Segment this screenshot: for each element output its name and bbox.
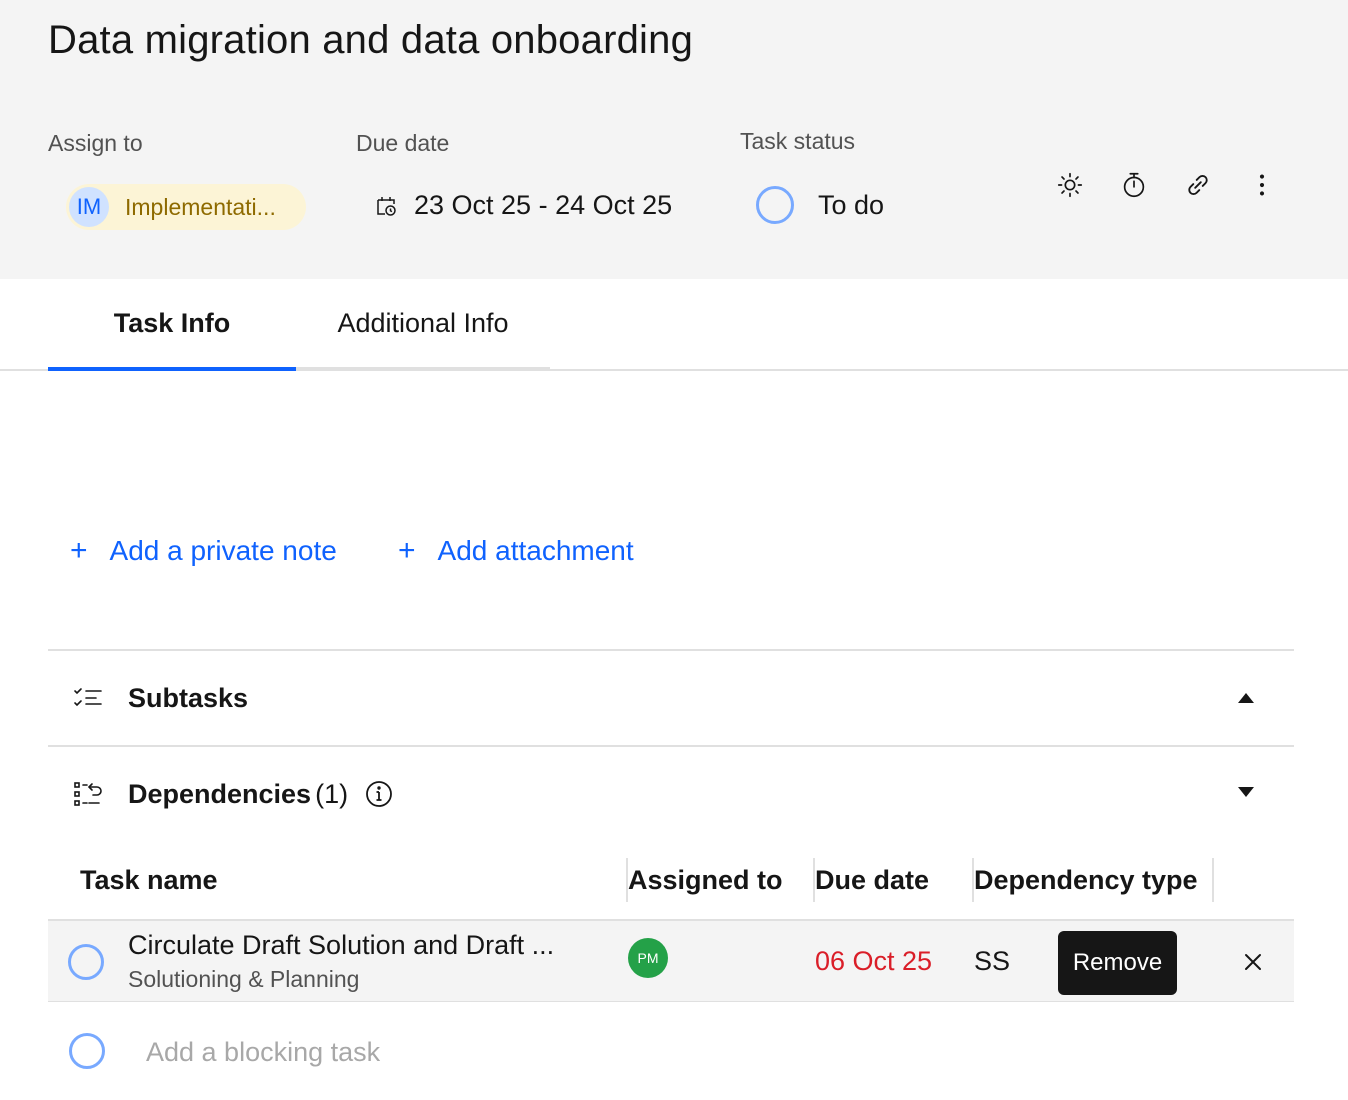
plus-icon: + bbox=[398, 534, 416, 567]
table-row[interactable]: Circulate Draft Solution and Draft ... S… bbox=[48, 919, 1294, 1002]
status-circle-icon[interactable] bbox=[68, 944, 104, 980]
status-circle-icon bbox=[756, 186, 794, 224]
caret-down-icon bbox=[1238, 787, 1254, 797]
due-date-label: Due date bbox=[356, 130, 450, 156]
dependency-due-date: 06 Oct 25 bbox=[815, 946, 933, 976]
subtasks-accordion[interactable]: Subtasks bbox=[48, 649, 1294, 745]
brightness-icon[interactable] bbox=[1053, 168, 1087, 202]
add-blocking-task-input[interactable] bbox=[146, 1032, 746, 1072]
tab-bar: Task Info Additional Info bbox=[0, 279, 1348, 371]
status-circle-icon bbox=[69, 1033, 105, 1069]
dependency-icon bbox=[72, 778, 104, 810]
assignee-selector[interactable]: IM Implementati... bbox=[66, 184, 306, 230]
info-icon[interactable] bbox=[364, 779, 394, 809]
column-header-task-name: Task name bbox=[80, 864, 218, 895]
add-attachment-label: Add attachment bbox=[437, 535, 634, 566]
caret-up-icon bbox=[1238, 693, 1254, 703]
task-status-label: Task status bbox=[740, 128, 856, 154]
plus-icon: + bbox=[70, 534, 88, 567]
subtasks-title: Subtasks bbox=[128, 682, 249, 713]
due-date-value: 23 Oct 25 - 24 Oct 25 bbox=[414, 190, 673, 220]
add-private-note-button[interactable]: + Add a private note bbox=[70, 534, 337, 568]
tab-additional-info[interactable]: Additional Info bbox=[296, 279, 550, 371]
assign-to-label: Assign to bbox=[48, 130, 143, 156]
dependency-task-name: Circulate Draft Solution and Draft ... bbox=[128, 930, 555, 960]
task-title: Data migration and data onboarding bbox=[48, 18, 694, 62]
assignee-avatar: IM bbox=[69, 187, 109, 227]
overflow-menu-icon[interactable] bbox=[1245, 168, 1279, 202]
task-header: Data migration and data onboarding Assig… bbox=[0, 0, 1348, 279]
task-status-toggle[interactable]: To do bbox=[756, 186, 884, 224]
dependencies-count: (1) bbox=[315, 778, 349, 809]
dependency-task-phase: Solutioning & Planning bbox=[128, 966, 360, 992]
column-header-assigned-to: Assigned to bbox=[628, 864, 783, 895]
due-date-picker[interactable]: 23 Oct 25 - 24 Oct 25 bbox=[374, 190, 672, 221]
dependencies-title: Dependencies bbox=[128, 778, 312, 809]
add-blocking-task-row bbox=[48, 1002, 1294, 1100]
task-status-value: To do bbox=[818, 189, 885, 220]
timer-icon[interactable] bbox=[1117, 168, 1151, 202]
dependencies-accordion[interactable]: Dependencies (1) bbox=[48, 745, 1294, 841]
calendar-clock-icon bbox=[377, 196, 396, 216]
add-private-note-label: Add a private note bbox=[109, 535, 337, 566]
add-attachment-button[interactable]: + Add attachment bbox=[398, 534, 634, 568]
remove-tooltip: Remove bbox=[1058, 931, 1177, 995]
avatar: PM bbox=[628, 938, 668, 978]
link-icon[interactable] bbox=[1181, 168, 1215, 202]
remove-dependency-button[interactable] bbox=[1238, 947, 1268, 977]
close-icon bbox=[1245, 954, 1261, 970]
assignee-name: Implementati... bbox=[125, 193, 276, 220]
column-header-dependency-type: Dependency type bbox=[974, 864, 1198, 895]
column-divider bbox=[1212, 858, 1214, 902]
column-header-due-date: Due date bbox=[815, 864, 930, 895]
dependency-type-value: SS bbox=[974, 946, 1011, 976]
tab-task-info[interactable]: Task Info bbox=[48, 279, 296, 371]
checklist-icon bbox=[72, 682, 104, 714]
